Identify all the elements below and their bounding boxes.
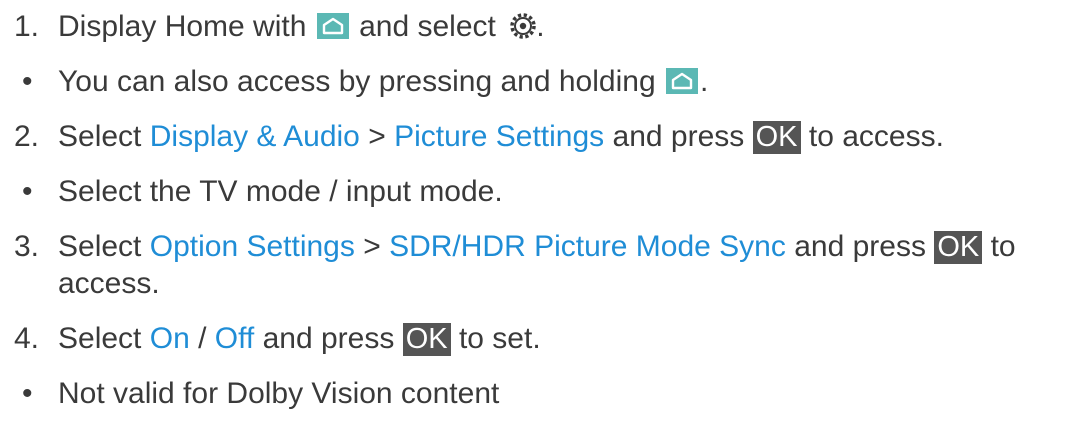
step-text: Select xyxy=(58,322,142,355)
bullet-text: Not valid for Dolby Vision content xyxy=(58,377,500,410)
step-text: to access. xyxy=(808,120,944,153)
step-1: 1. Display Home with and select . xyxy=(0,9,545,45)
ok-key-badge: OK xyxy=(402,323,451,356)
step-text: and select xyxy=(359,10,496,43)
separator: / xyxy=(198,322,207,355)
step-text: to set. xyxy=(458,322,541,355)
step-text: and press xyxy=(262,322,395,355)
link-off[interactable]: Off xyxy=(215,322,254,355)
link-sdr-hdr-picture-mode-sync[interactable]: SDR/HDR Picture Mode Sync xyxy=(389,230,786,263)
link-display-audio[interactable]: Display & Audio xyxy=(150,120,360,153)
home-icon xyxy=(665,68,698,94)
separator: > xyxy=(363,230,381,263)
bullet-3: • Not valid for Dolby Vision content xyxy=(0,376,499,412)
step-number: 4. xyxy=(14,322,40,355)
step-text: . xyxy=(536,10,545,43)
ok-key-badge: OK xyxy=(752,121,801,154)
link-on[interactable]: On xyxy=(150,322,190,355)
link-option-settings[interactable]: Option Settings xyxy=(150,230,355,263)
step-number: 3. xyxy=(14,230,40,263)
step-text: Display Home with xyxy=(58,10,307,43)
step-text: and press xyxy=(794,230,926,263)
step-3: 3. Select Option Settings > SDR/HDR Pictu… xyxy=(0,229,1016,265)
step-3-continuation: access. xyxy=(0,266,160,302)
link-picture-settings[interactable]: Picture Settings xyxy=(394,120,604,153)
ok-key-badge: OK xyxy=(934,231,983,264)
step-text: to xyxy=(990,230,1016,263)
bullet-mark: • xyxy=(22,377,33,410)
step-text: Select xyxy=(58,120,142,153)
step-4: 4. Select On / Off and press OK to set. xyxy=(0,321,541,357)
bullet-text: . xyxy=(699,65,709,98)
bullet-1: • You can also access by pressing and hol… xyxy=(0,64,708,100)
bullet-mark: • xyxy=(22,175,33,208)
gear-icon xyxy=(510,13,536,39)
bullet-text: Select the TV mode / input mode. xyxy=(58,175,503,208)
bullet-text: You can also access by pressing and hold… xyxy=(58,65,656,98)
step-text: and press xyxy=(612,120,745,153)
step-number: 1. xyxy=(14,10,40,43)
bullet-mark: • xyxy=(22,65,33,98)
step-2: 2. Select Display & Audio > Picture Setti… xyxy=(0,119,944,155)
bullet-2: • Select the TV mode / input mode. xyxy=(0,174,503,210)
home-icon xyxy=(316,13,349,39)
separator: > xyxy=(368,120,386,153)
step-text: access. xyxy=(58,267,160,300)
step-number: 2. xyxy=(14,120,40,153)
step-text: Select xyxy=(58,230,142,263)
